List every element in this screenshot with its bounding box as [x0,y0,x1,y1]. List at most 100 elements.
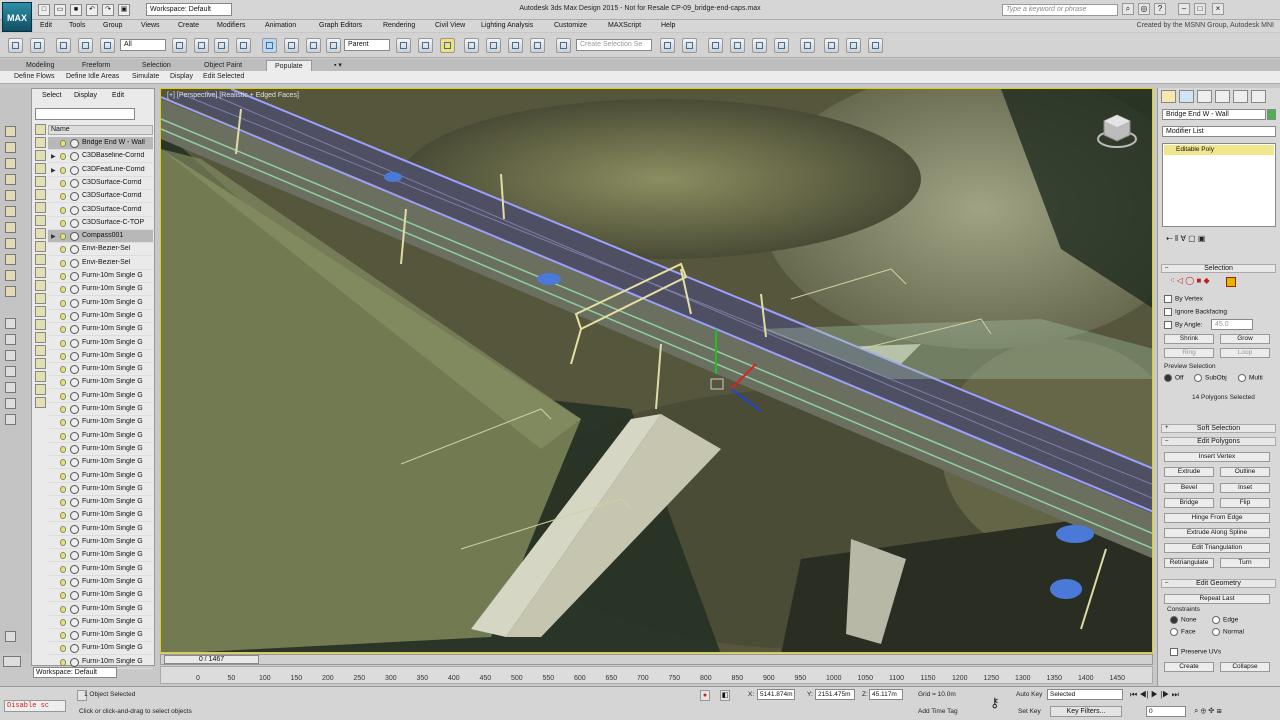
project-folder-icon[interactable]: ▣ [118,4,130,16]
scene-explorer-row[interactable]: C3DSurface-Corrid [48,177,153,190]
tool-icon[interactable] [5,398,16,409]
hide-toggle-icon[interactable] [60,539,66,546]
menu-views[interactable]: Views [141,22,160,29]
scene-explorer-filter-icon[interactable] [35,293,46,304]
scene-explorer-filter-icon[interactable] [35,137,46,148]
viewcube-icon[interactable] [1096,109,1138,151]
scene-explorer-row[interactable]: Furni-10m Single G [48,443,153,456]
extrude-along-spline-button[interactable]: Extrude Along Spline [1164,528,1270,538]
minimize-icon[interactable]: – [1178,3,1190,15]
hide-toggle-icon[interactable] [60,219,66,227]
scene-explorer-filter-icon[interactable] [35,345,46,356]
bridge-button[interactable]: Bridge [1164,498,1214,508]
scene-explorer-row[interactable]: Furni-10m Single G [48,337,153,350]
tool-icon[interactable] [5,190,16,201]
tab-object-paint[interactable]: Object Paint [196,60,250,71]
tool-icon[interactable] [5,174,16,185]
tool-icon[interactable] [5,222,16,233]
hide-toggle-icon[interactable] [60,565,66,573]
object-color-swatch[interactable] [1267,109,1276,120]
menu-help[interactable]: Help [661,22,675,29]
tool-icon[interactable] [5,270,16,281]
curve-editor-icon[interactable] [752,38,767,53]
freeze-toggle-icon[interactable] [70,591,79,601]
grow-button[interactable]: Grow [1220,334,1270,344]
tab-modeling[interactable]: Modeling [18,60,62,71]
render-setup-icon[interactable] [824,38,839,53]
tool-icon[interactable] [5,142,16,153]
scene-explorer-row[interactable]: Furni-10m Single G [48,589,153,603]
soft-selection-rollout[interactable]: + Soft Selection [1161,424,1276,433]
app-logo-button[interactable]: MAX [2,2,32,32]
scene-explorer-row[interactable]: Furni-10m Single G [48,416,153,430]
freeze-toggle-icon[interactable] [70,178,79,188]
scene-explorer-row[interactable]: Furni-10m Single G [48,350,153,363]
tool-icon[interactable] [5,158,16,169]
freeze-toggle-icon[interactable] [70,325,79,335]
create-button[interactable]: Create [1164,662,1214,672]
tab-selection[interactable]: Selection [134,60,179,71]
hide-toggle-icon[interactable] [60,605,66,613]
scene-explorer-row[interactable]: Furni-10m Single G [48,363,153,377]
menu-create[interactable]: Create [178,22,199,29]
freeze-toggle-icon[interactable] [70,511,79,521]
scene-explorer-tab-select[interactable]: Select [42,92,61,99]
tool-icon[interactable] [5,366,16,377]
hide-toggle-icon[interactable] [60,246,66,254]
undo-icon[interactable] [8,38,23,53]
edit-geometry-rollout[interactable]: – Edit Geometry [1161,579,1276,588]
tool-icon[interactable] [5,254,16,265]
lock-icon[interactable] [5,414,16,425]
edit-triangulation-button[interactable]: Edit Triangulation [1164,543,1270,553]
freeze-toggle-icon[interactable] [70,391,79,401]
scene-explorer-column-name[interactable]: Name [48,125,153,135]
scene-explorer-filter-icon[interactable] [35,241,46,252]
freeze-toggle-icon[interactable] [70,551,79,561]
freeze-toggle-icon[interactable] [70,232,79,242]
motion-tab-icon[interactable] [1215,90,1230,103]
hide-toggle-icon[interactable] [60,179,66,187]
scene-explorer-row[interactable]: C3DSurface-Corrid [48,204,153,217]
scene-explorer-row[interactable]: Furni-10m Single G [48,509,153,523]
mirror-icon[interactable] [660,38,675,53]
constraint-face-radio[interactable]: Face [1170,628,1195,636]
select-and-scale-icon[interactable] [306,38,321,53]
subscription-icon[interactable]: ◎ [1138,3,1150,15]
hide-toggle-icon[interactable] [60,193,66,201]
freeze-toggle-icon[interactable] [70,351,79,361]
freeze-toggle-icon[interactable] [70,245,79,255]
repeat-last-button[interactable]: Repeat Last [1164,594,1270,604]
hide-toggle-icon[interactable] [60,259,66,267]
scene-explorer-filter-icon[interactable] [35,397,46,408]
window-crossing-icon[interactable] [236,38,251,53]
freeze-toggle-icon[interactable] [70,285,79,295]
key-filters-button[interactable]: Key Filters... [1050,706,1122,717]
scene-explorer-find-input[interactable] [35,108,135,120]
scene-explorer-row[interactable]: Furni-10m Single G [48,390,153,403]
scene-explorer-filter-icon[interactable] [35,267,46,278]
menu-group[interactable]: Group [103,22,122,29]
preserve-uvs-checkbox[interactable]: Preserve UVs [1170,648,1221,656]
scene-explorer-row[interactable]: Furni-10m Single G [48,470,153,483]
scene-explorer-row[interactable]: Furni-10m Single G [48,430,153,443]
constraint-edge-radio[interactable]: Edge [1212,616,1238,624]
save-file-icon[interactable]: ■ [70,4,82,16]
shrink-button[interactable]: Shrink [1164,334,1214,344]
scene-explorer-row[interactable]: ▶ C3DBaseline-Corrid [48,150,153,164]
subobject-level-icons[interactable]: ⁖ ◁ ◯ ■ ◆ [1170,276,1210,285]
manipulate-icon[interactable] [418,38,433,53]
scene-explorer-filter-icon[interactable] [35,228,46,239]
hide-toggle-icon[interactable] [60,632,66,640]
menu-edit[interactable]: Edit [40,22,52,29]
tool-icon[interactable] [5,126,16,137]
scene-explorer-row[interactable]: Furni-10m Single G [48,310,153,323]
outline-button[interactable]: Outline [1220,467,1270,477]
maxscript-mini-listener[interactable]: Disable sc [4,700,66,712]
freeze-toggle-icon[interactable] [70,431,79,441]
tool-icon[interactable] [5,318,16,329]
freeze-toggle-icon[interactable] [70,218,79,228]
freeze-toggle-icon[interactable] [70,378,79,388]
lock-selection-icon[interactable]: ◧ [720,690,730,701]
hide-toggle-icon[interactable] [60,312,66,320]
define-flows-button[interactable]: Define Flows [14,73,54,80]
